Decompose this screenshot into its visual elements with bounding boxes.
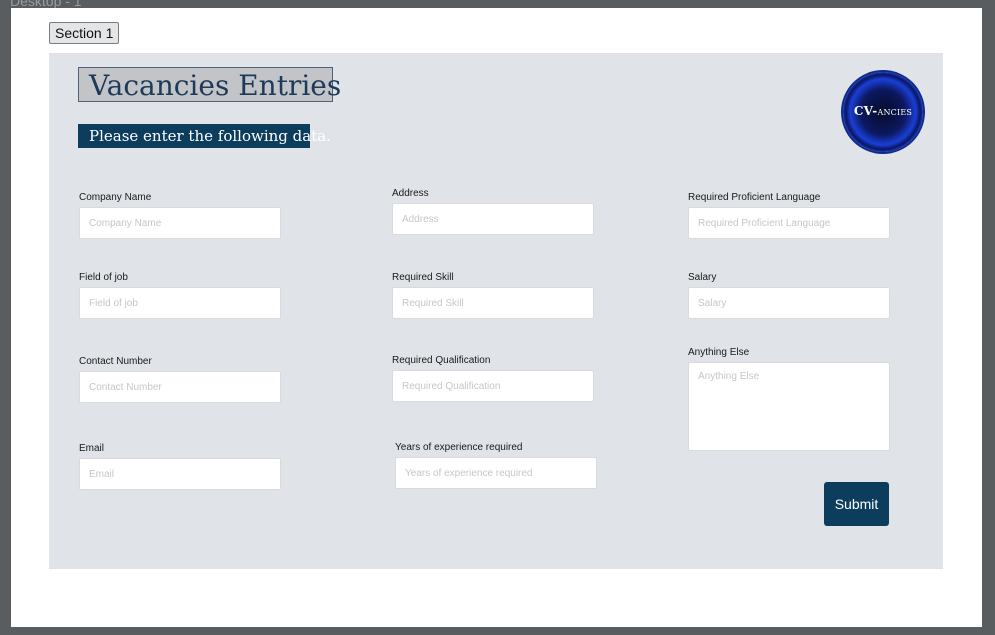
required-skill-input[interactable] (392, 287, 594, 319)
anything-else-label: Anything Else (688, 347, 750, 358)
field-of-job-field-group: Field of job (79, 271, 281, 319)
anything-else-field-group: Anything Else (688, 346, 890, 451)
contact-number-input[interactable] (79, 371, 281, 403)
years-experience-field-group: Years of experience required (395, 441, 597, 489)
section-label[interactable]: Section 1 (49, 22, 120, 44)
field-of-job-input[interactable] (79, 287, 281, 319)
salary-label: Salary (688, 272, 717, 283)
page-title: Vacancies Entries (78, 67, 341, 102)
required-qualification-label: Required Qualification (392, 355, 491, 366)
address-field-group: Address (392, 187, 594, 235)
required-qualification-input[interactable] (392, 370, 594, 402)
required-skill-label: Required Skill (392, 272, 454, 283)
required-skill-field-group: Required Skill (392, 271, 594, 319)
address-label: Address (392, 188, 429, 199)
salary-field-group: Salary (688, 271, 890, 319)
contact-number-label: Contact Number (79, 356, 152, 367)
vacancy-form-panel: Vacancies Entries Please enter the follo… (49, 53, 943, 569)
company-name-label: Company Name (79, 192, 152, 203)
field-of-job-label: Field of job (79, 272, 128, 283)
required-language-label: Required Proficient Language (688, 192, 821, 203)
submit-button[interactable]: Submit (824, 482, 889, 526)
company-name-field-group: Company Name (79, 191, 281, 239)
logo-text: CV-ANCIES (843, 104, 923, 118)
years-experience-input[interactable] (395, 457, 597, 489)
anything-else-textarea[interactable] (688, 362, 890, 451)
logo-text-main: CV- (853, 104, 878, 118)
logo-text-small: ANCIES (877, 108, 913, 117)
company-name-input[interactable] (79, 207, 281, 239)
required-qualification-field-group: Required Qualification (392, 354, 594, 402)
address-input[interactable] (392, 203, 594, 235)
email-input[interactable] (79, 458, 281, 490)
contact-number-field-group: Contact Number (79, 355, 281, 403)
cv-ancies-logo: CV-ANCIES (843, 72, 923, 152)
email-label: Email (79, 443, 105, 454)
desktop-frame: Section 1 Vacancies Entries Please enter… (11, 8, 982, 627)
required-language-field-group: Required Proficient Language (688, 191, 890, 239)
salary-input[interactable] (688, 287, 890, 319)
form-instructions: Please enter the following data. (78, 124, 331, 148)
email-field-group: Email (79, 442, 281, 490)
years-experience-label: Years of experience required (395, 442, 523, 453)
required-language-input[interactable] (688, 207, 890, 239)
